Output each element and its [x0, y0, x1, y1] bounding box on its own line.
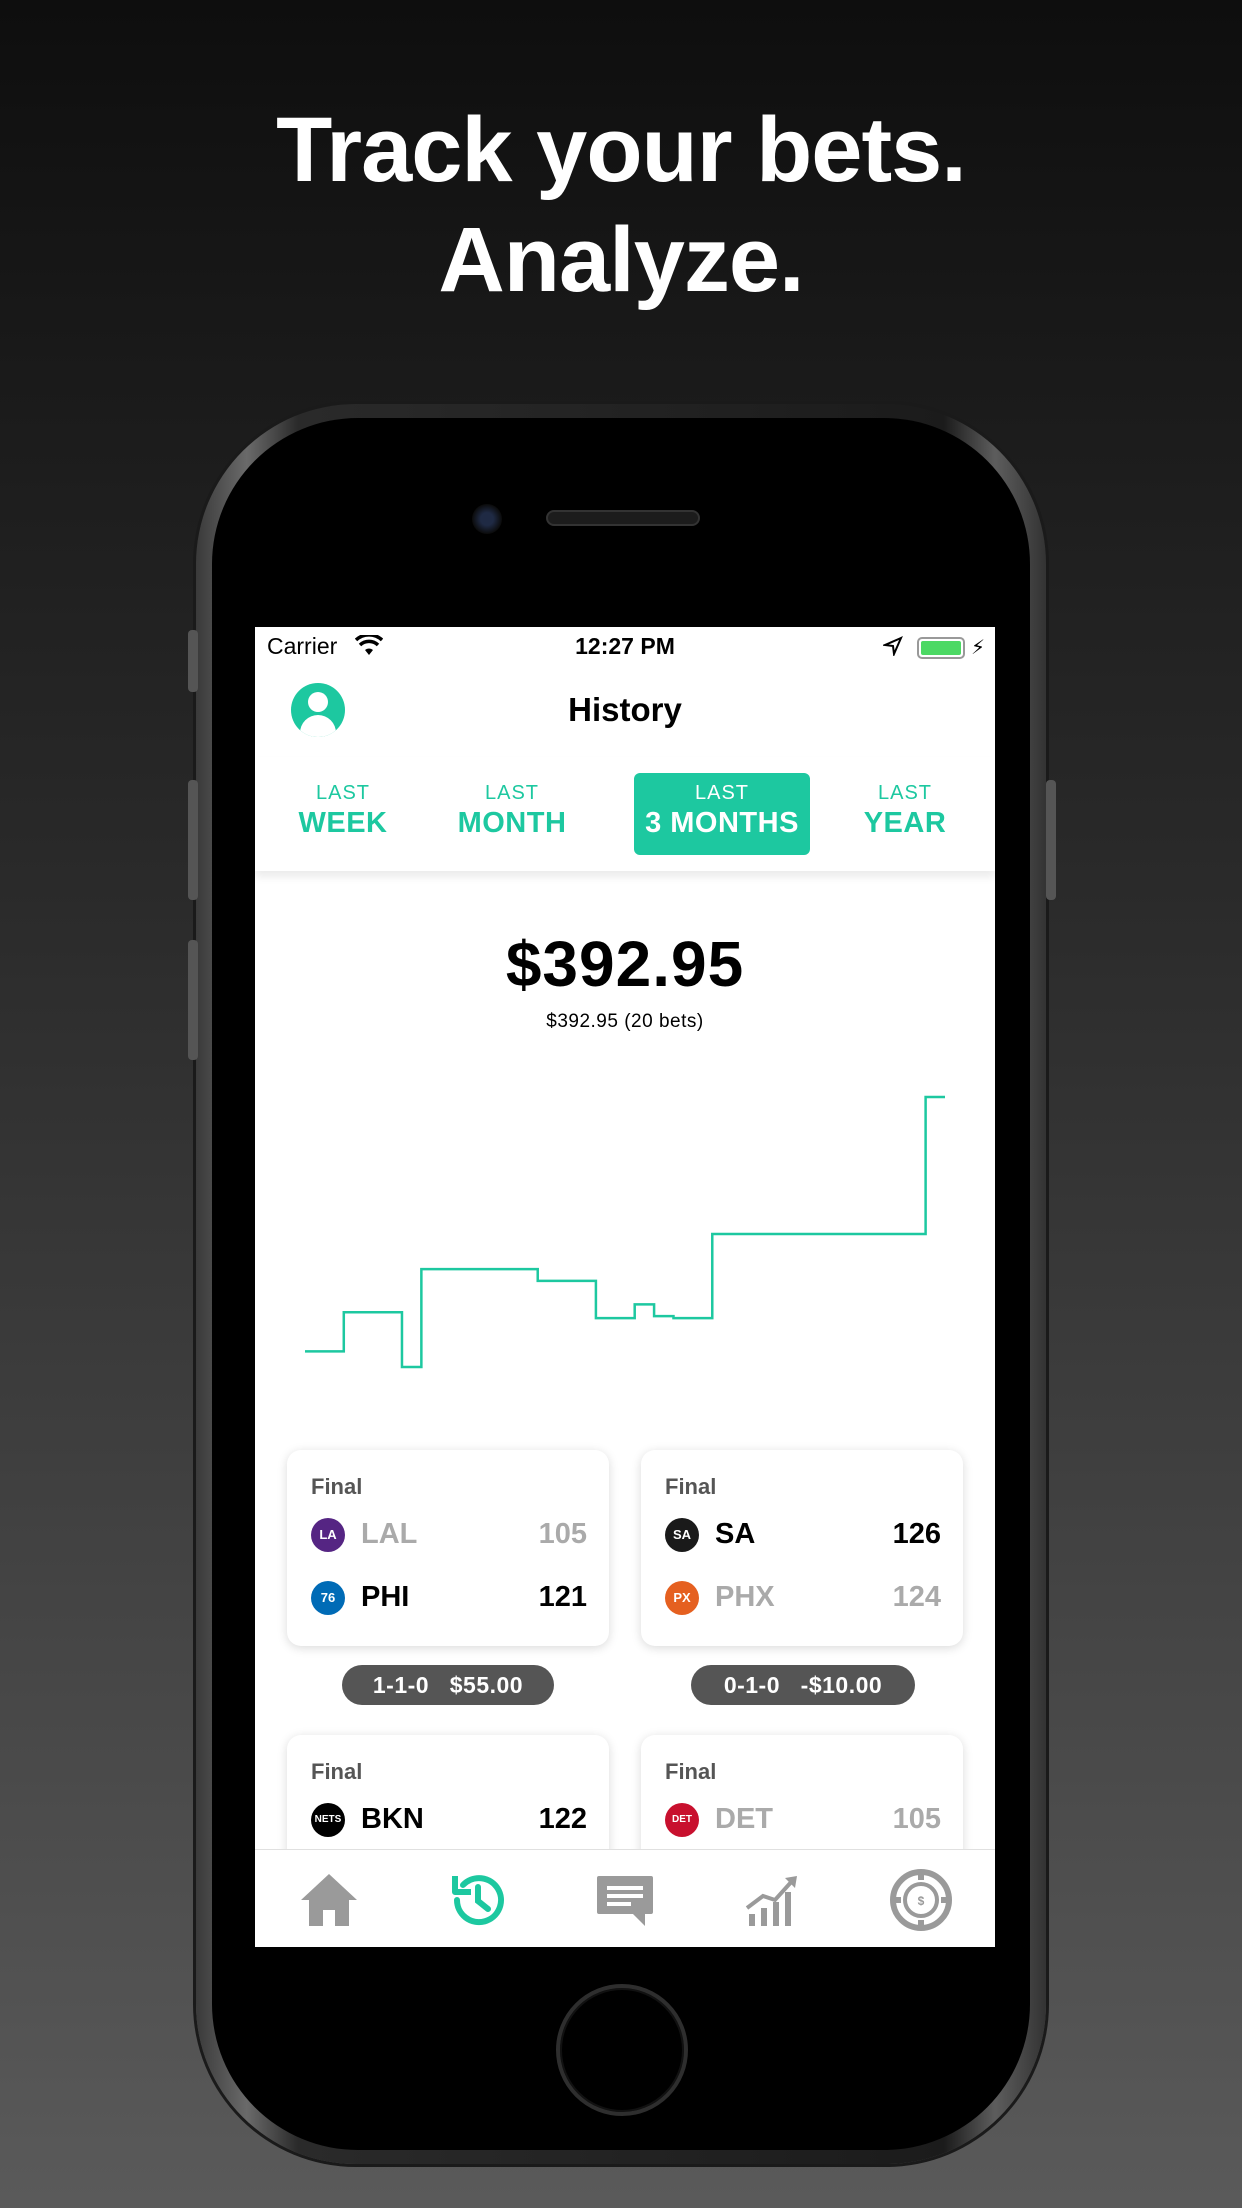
navigation-bar: History	[255, 667, 995, 757]
headline-line-1: Track your bets.	[276, 99, 967, 201]
nets-logo-icon: NETS	[311, 1803, 345, 1837]
team-abbr: PHI	[361, 1581, 410, 1613]
chip-icon[interactable]: $	[889, 1868, 953, 1932]
battery-icon	[917, 637, 965, 659]
team-abbr: SA	[715, 1518, 756, 1550]
front-camera	[472, 504, 502, 534]
power-button	[1046, 780, 1056, 900]
period-tabs: LAST WEEK LAST MONTH LAST 3 MONTHS LAST …	[255, 757, 995, 871]
suns-logo-icon: PX	[665, 1581, 699, 1615]
stats-icon[interactable]	[741, 1868, 805, 1932]
tab-label-top: LAST	[877, 782, 933, 804]
team-row: NETS BKN 122	[311, 1799, 587, 1843]
team-row: PX PHX 124	[665, 1577, 941, 1621]
team-abbr: BKN	[361, 1803, 424, 1835]
team-abbr: PHX	[715, 1581, 775, 1613]
team-score: 126	[892, 1518, 941, 1550]
team-score: 105	[892, 1803, 941, 1835]
location-icon	[883, 636, 903, 656]
history-icon[interactable]	[445, 1868, 509, 1932]
tab-last-3-months[interactable]: LAST 3 MONTHS	[634, 773, 810, 855]
team-row: 76 PHI 121	[311, 1577, 587, 1621]
team-abbr: LAL	[361, 1518, 418, 1550]
volume-up-button	[188, 780, 198, 900]
headline: Track your bets. Analyze.	[0, 95, 1242, 315]
volume-down-button	[188, 940, 198, 1060]
tab-label-bottom: WEEK	[298, 807, 388, 839]
team-row: SA SA 126	[665, 1514, 941, 1558]
home-icon[interactable]	[297, 1868, 361, 1932]
bet-record-pill: 1-1-0 $55.00	[342, 1665, 554, 1705]
game-status: Final	[311, 1759, 363, 1784]
balance-detail: $392.95 (20 bets)	[546, 1011, 704, 1032]
spurs-logo-icon: SA	[665, 1518, 699, 1552]
bet-record-pill: 0-1-0 -$10.00	[691, 1665, 915, 1705]
lakers-logo-icon: LA	[311, 1518, 345, 1552]
earpiece-speaker	[546, 510, 700, 526]
team-row: DET DET 105	[665, 1799, 941, 1843]
game-status: Final	[665, 1759, 717, 1784]
team-score: 121	[538, 1581, 587, 1613]
tab-label-top: LAST	[694, 782, 750, 804]
game-status: Final	[311, 1474, 363, 1499]
tab-last-year[interactable]: LAST YEAR	[855, 773, 955, 855]
chart-series-line	[305, 1095, 945, 1369]
mute-switch	[188, 630, 198, 692]
tab-label-top: LAST	[315, 782, 371, 804]
game-card[interactable]: Final LA LAL 105 76 PHI 121	[287, 1450, 609, 1646]
total-balance: $392.95	[505, 928, 745, 1000]
pistons-logo-icon: DET	[665, 1803, 699, 1837]
tab-label-bottom: MONTH	[457, 807, 567, 839]
team-score: 122	[538, 1803, 587, 1835]
headline-line-2: Analyze.	[438, 209, 804, 311]
status-bar: Carrier 12:27 PM ⚡	[255, 627, 995, 667]
chat-icon[interactable]	[593, 1868, 657, 1932]
tab-label-top: LAST	[484, 782, 540, 804]
team-score: 124	[892, 1581, 941, 1613]
76ers-logo-icon: 76	[311, 1581, 345, 1615]
team-row: LA LAL 105	[311, 1514, 587, 1558]
page-title: History	[568, 691, 682, 728]
game-card[interactable]: Final SA SA 126 PX PHX 124	[641, 1450, 963, 1646]
home-button[interactable]	[556, 1984, 688, 2116]
tab-last-week[interactable]: LAST WEEK	[285, 773, 401, 855]
charging-icon: ⚡	[971, 637, 986, 659]
bottom-tab-bar: $	[255, 1849, 995, 1947]
profit-line-chart	[305, 1095, 945, 1369]
tab-label-bottom: YEAR	[863, 807, 947, 839]
tab-last-month[interactable]: LAST MONTH	[445, 773, 579, 855]
svg-text:$: $	[918, 1894, 925, 1908]
app-screen: Carrier 12:27 PM ⚡ History LAST WEEK LAS…	[255, 627, 995, 1947]
team-abbr: DET	[715, 1803, 773, 1835]
team-score: 105	[538, 1518, 587, 1550]
game-status: Final	[665, 1474, 717, 1499]
tab-label-bottom: 3 MONTHS	[645, 807, 799, 839]
